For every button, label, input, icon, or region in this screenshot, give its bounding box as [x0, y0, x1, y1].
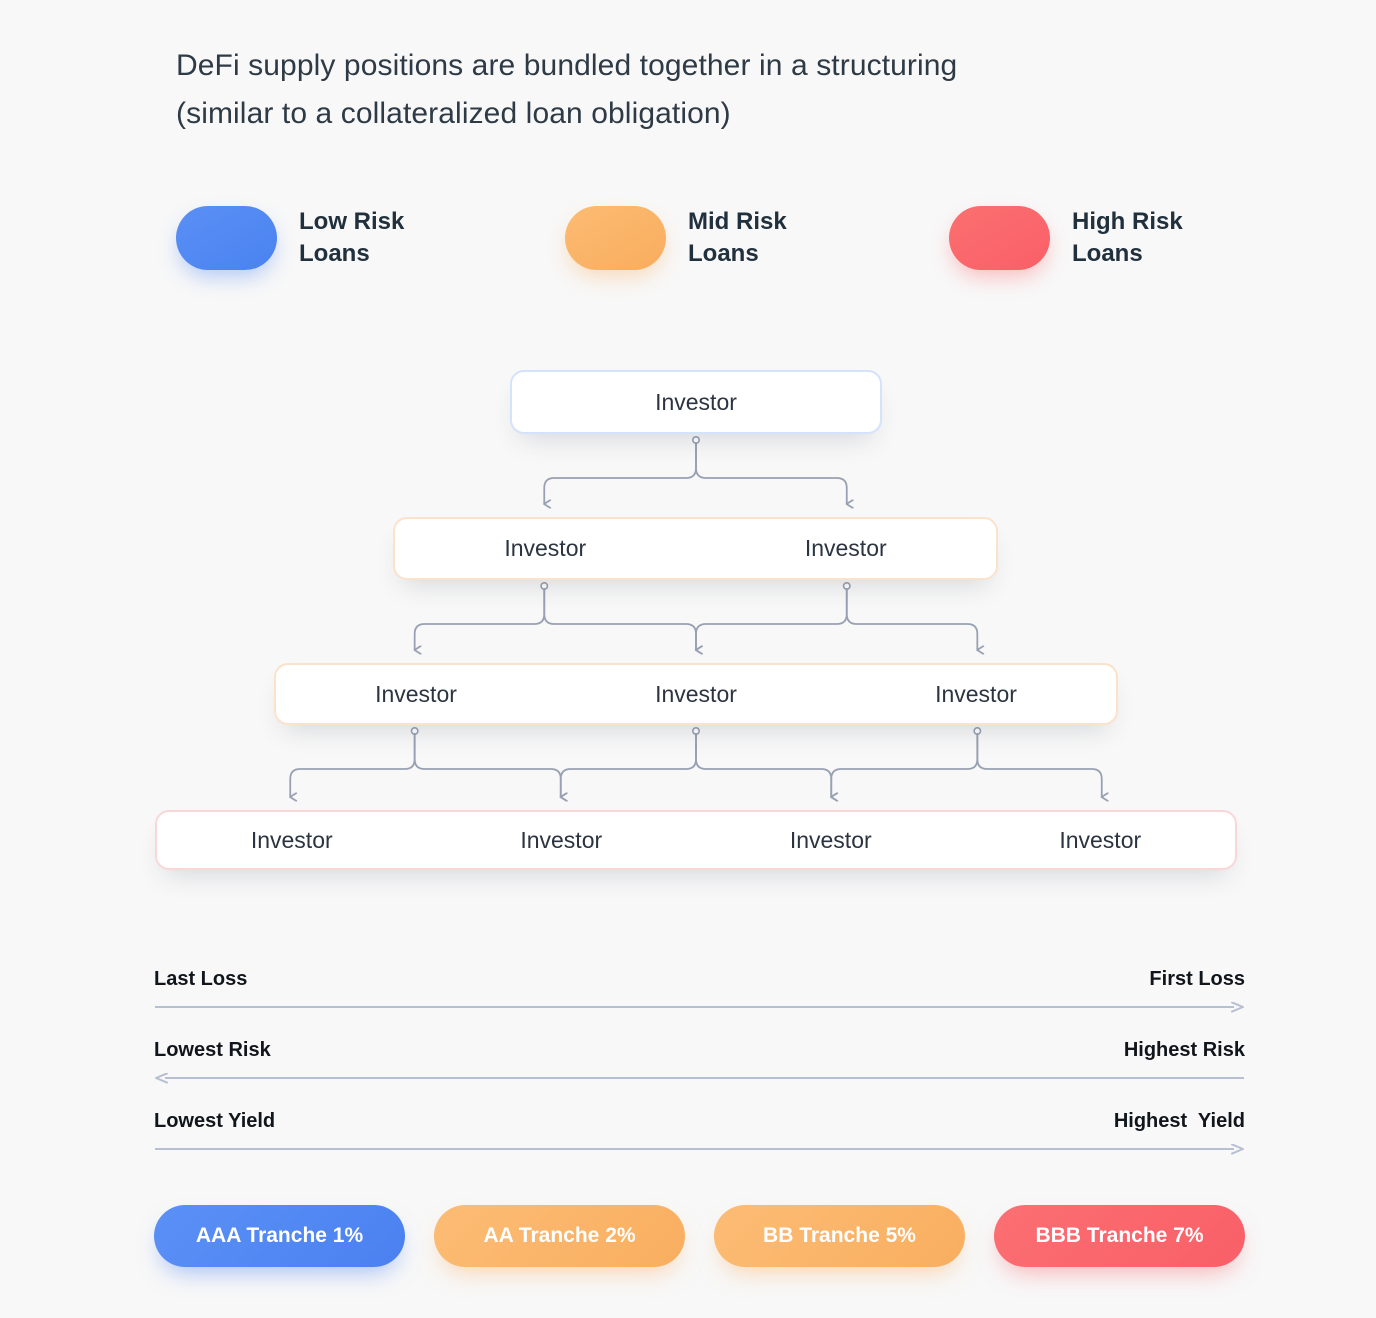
investor-node: Investor: [520, 826, 603, 853]
investor-node: Investor: [935, 680, 1017, 707]
tree-connector: [695, 733, 831, 797]
investor-node: Investor: [375, 680, 457, 707]
tree-connector: [831, 733, 979, 797]
measure-row-loss: Last Loss First Loss: [154, 955, 1245, 1026]
tree-connector: [976, 733, 1101, 797]
page-title: DeFi supply positions are bundled togeth…: [176, 42, 1226, 138]
risk-yield-axes: Last Loss First Loss Lowest Risk Highest…: [154, 955, 1245, 1168]
measure-right-label-yield: Highest Yield: [1113, 1110, 1245, 1132]
investor-node: Investor: [655, 680, 737, 707]
tree-connector: [561, 733, 697, 797]
connector-dot: [691, 435, 700, 444]
tranche-pill-2[interactable]: BB Tranche 5%: [714, 1205, 965, 1267]
tranche-pill-row: AAA Tranche 1% AA Tranche 2% BB Tranche 5%…: [154, 1205, 1245, 1267]
investor-row-2: Investor Investor Investor: [274, 663, 1118, 725]
measure-left-label-loss: Last Loss: [154, 968, 248, 990]
tree-connector: [415, 588, 546, 650]
tree-connector: [290, 733, 416, 797]
high-risk-pill-icon: [949, 206, 1050, 270]
connector-dot: [691, 726, 700, 735]
page-title-line-1: DeFi supply positions are bundled togeth…: [176, 49, 958, 82]
measure-left-label-risk: Lowest Risk: [154, 1039, 271, 1061]
connector-dot: [540, 581, 549, 590]
risk-legend: Low Risk Loans Mid Risk Loans High Risk …: [176, 206, 1256, 296]
legend-label-low-risk: Low Risk Loans: [299, 208, 405, 267]
legend-label-high-risk: High Risk Loans: [1072, 208, 1183, 267]
tranche-pill-3[interactable]: BBB Tranche 7%: [994, 1205, 1245, 1267]
measure-row-risk: Lowest Risk Highest Risk: [154, 1026, 1245, 1097]
connector-dot: [842, 581, 851, 590]
tree-connector: [543, 588, 696, 650]
investor-node: Investor: [789, 826, 872, 853]
connector-dot: [973, 726, 982, 735]
yield-arrow-icon: [155, 1144, 1244, 1155]
investor-row-3: Investor Investor Investor Investor: [155, 810, 1237, 870]
measure-row-yield: Lowest Yield Highest Yield: [154, 1097, 1245, 1168]
investor-node: Investor: [804, 535, 887, 561]
investor-node: Investor: [655, 388, 737, 415]
measure-left-label-yield: Lowest Yield: [154, 1110, 276, 1132]
measure-right-label-loss: First Loss: [1149, 968, 1245, 990]
tranche-pill-0[interactable]: AAA Tranche 1%: [154, 1205, 405, 1267]
investor-node: Investor: [504, 535, 587, 561]
tree-connector: [544, 442, 697, 504]
investor-row-0: Investor: [510, 370, 882, 434]
tree-connector: [413, 733, 561, 797]
mid-risk-pill-icon: [565, 206, 666, 270]
tree-connector: [845, 588, 978, 650]
legend-item-mid-risk: Mid Risk Loans: [565, 206, 787, 270]
low-risk-pill-icon: [176, 206, 277, 270]
investor-row-1: Investor Investor: [393, 517, 998, 580]
connector-dot: [410, 726, 419, 735]
legend-item-high-risk: High Risk Loans: [949, 206, 1183, 270]
tranche-pill-1[interactable]: AA Tranche 2%: [434, 1205, 685, 1267]
tree-connector: [695, 442, 847, 504]
investor-node: Investor: [1059, 826, 1142, 853]
page-title-line-2: (similar to a collateralized loan obliga…: [176, 97, 731, 130]
legend-item-low-risk: Low Risk Loans: [176, 206, 404, 270]
loss-arrow-icon: [155, 1002, 1244, 1013]
risk-arrow-icon: [155, 1073, 1244, 1084]
investor-node: Investor: [250, 826, 333, 853]
measure-right-label-risk: Highest Risk: [1123, 1039, 1245, 1061]
legend-label-mid-risk: Mid Risk Loans: [688, 208, 787, 267]
tree-connector: [696, 588, 848, 650]
